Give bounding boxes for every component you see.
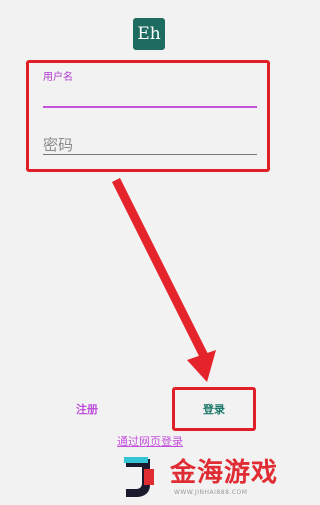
brand-logo-icon	[124, 457, 154, 497]
brand-text: 金海游戏	[170, 458, 279, 488]
register-button[interactable]: 注册	[62, 398, 112, 422]
login-button[interactable]: 登录	[188, 398, 240, 422]
web-login-link[interactable]: 通过网页登录	[100, 433, 200, 449]
brand-url: WWW.JINHAI888.COM	[174, 489, 248, 496]
watermark: 金海游戏 WWW.JINHAI888.COM	[120, 453, 290, 501]
